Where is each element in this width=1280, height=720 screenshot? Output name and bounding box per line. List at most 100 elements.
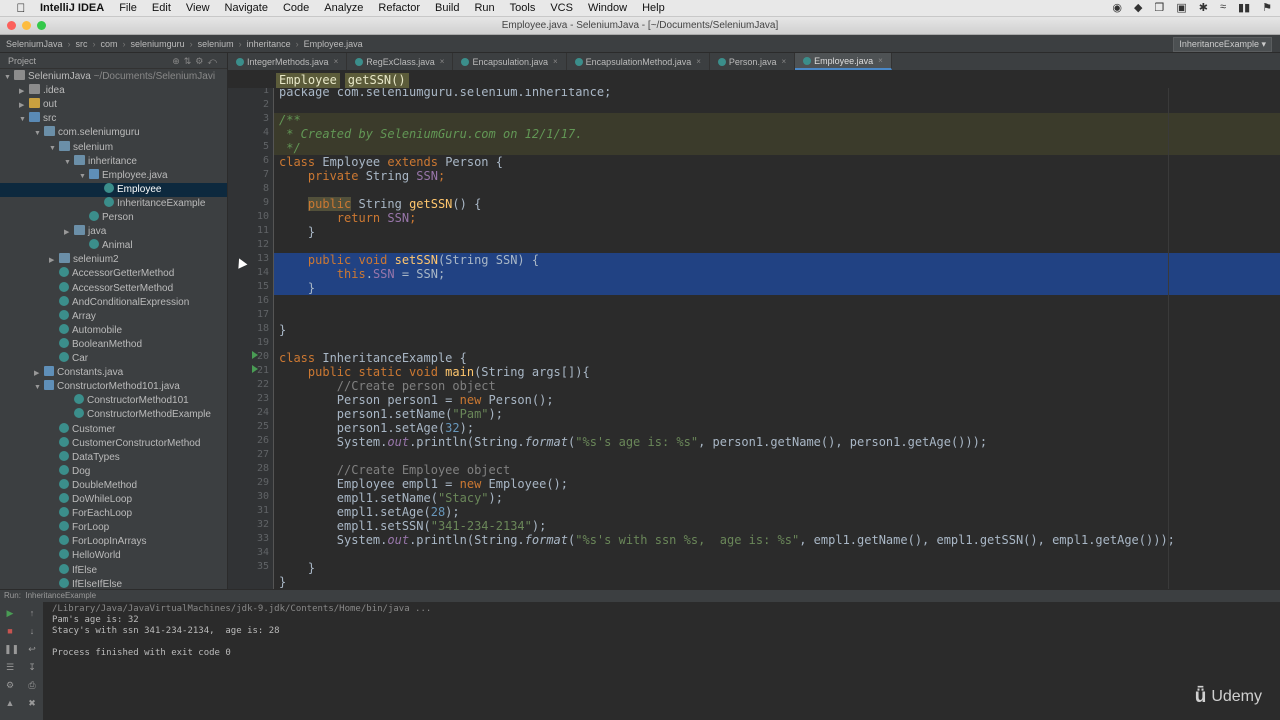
close-tab-icon[interactable]: × <box>440 53 445 71</box>
menu-edit[interactable]: Edit <box>152 2 171 14</box>
tree-item[interactable]: ConstructorMethod101 <box>0 394 227 408</box>
menu-window[interactable]: Window <box>588 2 627 14</box>
settings-icon[interactable]: ⚙ <box>4 680 16 690</box>
run-config-name[interactable]: InheritanceExample <box>25 591 96 600</box>
tree-item[interactable]: ▶ Constants.java <box>0 366 227 381</box>
expand-down-icon[interactable]: ▼ <box>4 71 14 85</box>
tree-item[interactable]: AndConditionalExpression <box>0 295 227 310</box>
stop-icon[interactable]: ■ <box>4 626 16 636</box>
expand-down-icon[interactable]: ▼ <box>34 127 44 141</box>
run-config-selector[interactable]: InheritanceExample ▾ <box>1173 37 1272 52</box>
pin-icon[interactable]: ▲ <box>4 698 16 708</box>
run-class-icon[interactable] <box>252 351 258 359</box>
expand-down-icon[interactable]: ▼ <box>79 170 89 184</box>
nav-crumb[interactable]: SeleniumJava › <box>6 39 71 49</box>
tree-item[interactable]: ▶ .idea <box>0 84 227 99</box>
expand-down-icon[interactable]: ▼ <box>64 156 74 170</box>
scroll-to-end-icon[interactable]: ↧ <box>26 662 38 672</box>
nav-crumb[interactable]: selenium › <box>198 39 242 49</box>
editor-tab[interactable]: EncapsulationMethod.java × <box>567 53 710 70</box>
tree-item[interactable]: DoWhileLoop <box>0 493 227 507</box>
tree-item[interactable]: IfElseIfElse <box>0 577 227 589</box>
tree-item[interactable]: ▶ out <box>0 98 227 113</box>
expand-down-icon[interactable]: ▼ <box>34 381 44 395</box>
tree-item[interactable]: ▼ SeleniumJava ~/Documents/SeleniumJavi <box>0 70 227 85</box>
tree-item[interactable]: AccessorSetterMethod <box>0 281 227 296</box>
editor-tab[interactable]: Encapsulation.java × <box>453 53 567 71</box>
tree-item[interactable]: ▼ inheritance <box>0 154 227 170</box>
tree-item[interactable]: ForLoopInArrays <box>0 535 227 549</box>
menu-view[interactable]: View <box>186 2 210 14</box>
tree-item[interactable]: Animal <box>0 239 227 253</box>
menu-help[interactable]: Help <box>642 2 665 14</box>
menu-file[interactable]: File <box>119 2 137 14</box>
battery-icon[interactable]: ▮▮ <box>1238 1 1250 14</box>
editor-tab[interactable]: Employee.java × <box>795 53 892 70</box>
tree-item[interactable]: ▶ java <box>0 225 227 240</box>
menu-navigate[interactable]: Navigate <box>225 2 268 14</box>
close-tab-icon[interactable]: × <box>878 52 883 70</box>
tree-item[interactable]: ▼ selenium <box>0 140 227 156</box>
tree-item[interactable]: ▼ Employee.java <box>0 168 227 184</box>
dropbox-icon[interactable]: ◆ <box>1134 1 1142 14</box>
tree-item[interactable]: Array <box>0 309 227 324</box>
zoom-window-button[interactable] <box>37 21 46 30</box>
expand-right-icon[interactable]: ▶ <box>19 99 29 113</box>
dump-threads-icon[interactable]: ☰ <box>4 662 16 672</box>
expand-down-icon[interactable]: ▼ <box>49 142 59 156</box>
apple-icon[interactable]:  <box>14 1 28 15</box>
run-console[interactable]: /Library/Java/JavaVirtualMachines/jdk-9.… <box>44 602 1280 720</box>
print-icon[interactable]: ⎙ <box>26 680 38 690</box>
soft-wrap-icon[interactable]: ↩ <box>26 644 38 654</box>
editor-tab[interactable]: Person.java × <box>710 53 796 71</box>
tree-item[interactable]: IfElse <box>0 563 227 578</box>
scroll-down-icon[interactable]: ↓ <box>26 626 38 636</box>
menu-app-name[interactable]: IntelliJ IDEA <box>40 2 104 14</box>
expand-right-icon[interactable]: ▶ <box>64 226 74 240</box>
tree-item[interactable]: DataTypes <box>0 450 227 465</box>
wifi-icon[interactable]: ≈ <box>1220 1 1226 14</box>
expand-right-icon[interactable]: ▶ <box>49 254 59 268</box>
nav-crumb[interactable]: com › <box>101 39 126 49</box>
rerun-icon[interactable]: ▶ <box>4 608 16 618</box>
menu-run[interactable]: Run <box>474 2 494 14</box>
editor-tab[interactable]: RegExClass.java × <box>347 53 454 71</box>
expand-right-icon[interactable]: ▶ <box>19 85 29 99</box>
tree-item[interactable]: Car <box>0 352 227 366</box>
nav-crumb[interactable]: Employee.java <box>304 39 363 49</box>
tree-item[interactable]: BooleanMethod <box>0 337 227 352</box>
close-window-button[interactable] <box>7 21 16 30</box>
close-tab-icon[interactable]: × <box>334 53 339 71</box>
trash-icon[interactable]: ✖ <box>26 698 38 708</box>
menu-code[interactable]: Code <box>283 2 309 14</box>
run-main-icon[interactable] <box>252 365 258 373</box>
airplay-icon[interactable]: ▣ <box>1176 1 1186 14</box>
tree-item[interactable]: CustomerConstructorMethod <box>0 436 227 451</box>
minimize-window-button[interactable] <box>22 21 31 30</box>
expand-right-icon[interactable]: ▶ <box>34 367 44 381</box>
nav-crumb[interactable]: seleniumguru › <box>131 39 193 49</box>
project-panel-header[interactable]: Project ⊕⇅⚙⤺ <box>0 53 227 69</box>
tree-item[interactable]: ▼ com.seleniumguru <box>0 126 227 141</box>
breadcrumb-class[interactable]: Employee <box>276 73 340 88</box>
tree-item[interactable]: ForEachLoop <box>0 507 227 521</box>
tree-item[interactable]: Employee <box>0 182 227 197</box>
close-tab-icon[interactable]: × <box>781 53 786 71</box>
tree-item[interactable]: ▶ selenium2 <box>0 253 227 268</box>
tree-item[interactable]: ▼ ConstructorMethod101.java <box>0 380 227 395</box>
editor-tab[interactable]: IntegerMethods.java × <box>228 53 348 71</box>
expand-down-icon[interactable]: ▼ <box>19 113 29 127</box>
close-tab-icon[interactable]: × <box>553 53 558 71</box>
tree-item[interactable]: Person <box>0 211 227 225</box>
tree-item[interactable]: HelloWorld <box>0 549 227 563</box>
tree-item[interactable]: ConstructorMethodExample <box>0 408 227 422</box>
menu-refactor[interactable]: Refactor <box>378 2 420 14</box>
bluetooth-icon[interactable]: ✱ <box>1199 1 1208 14</box>
tree-item[interactable]: Customer <box>0 422 227 437</box>
tree-item[interactable]: InheritanceExample <box>0 196 227 211</box>
close-tab-icon[interactable]: × <box>696 53 701 71</box>
tree-item[interactable]: ▼ src <box>0 112 227 127</box>
scroll-up-icon[interactable]: ↑ <box>26 608 38 618</box>
pause-icon[interactable]: ❚❚ <box>4 644 19 654</box>
panel-tools[interactable]: ⊕⇅⚙⤺ <box>172 53 221 69</box>
